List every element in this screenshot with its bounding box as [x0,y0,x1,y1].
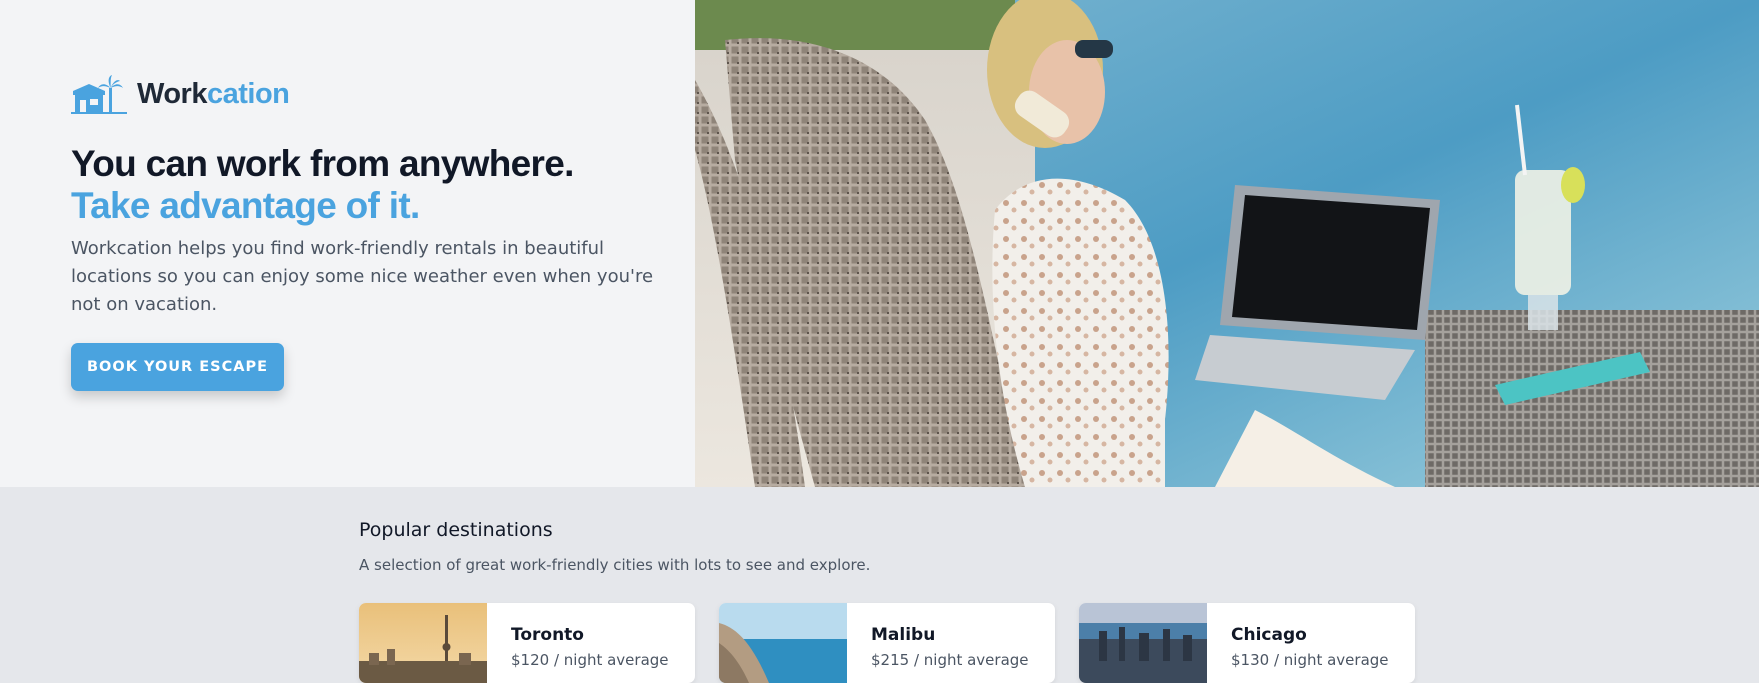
card-city: Toronto [511,625,584,645]
card-price: $130 / night average [1231,651,1389,669]
hero-description: Workcation helps you find work-friendly … [71,238,654,315]
beach-house-icon [71,74,127,114]
book-your-escape-button[interactable]: BOOK YOUR ESCAPE [71,343,284,391]
hero-content: Workcation You can work from anywhere. T… [0,0,695,487]
card-price: $215 / night average [871,651,1029,669]
section-title: Popular destinations [359,519,553,541]
destination-card-malibu[interactable]: Malibu $215 / night average [719,603,1055,683]
headline-accent-text: Take advantage of it. [71,185,420,226]
hero-image [695,0,1759,487]
brand-logo[interactable]: Workcation [71,74,290,114]
malibu-coast-photo [719,603,847,683]
section-subtitle: A selection of great work-friendly citie… [359,556,871,574]
card-price: $120 / night average [511,651,669,669]
brand-name-part1: Work [137,77,207,110]
brand-name-part2: cation [206,77,290,110]
chicago-skyline-photo [1079,603,1207,683]
headline-text: You can work from anywhere. [71,143,574,184]
destination-card-chicago[interactable]: Chicago $130 / night average [1079,603,1415,683]
card-city: Chicago [1231,625,1307,645]
toronto-skyline-photo [359,603,487,683]
brand-name: Workcation [137,77,290,111]
destination-card-toronto[interactable]: Toronto $120 / night average [359,603,695,683]
hero-headline: You can work from anywhere. Take advanta… [71,143,574,227]
hero-section: Workcation You can work from anywhere. T… [0,0,1759,487]
card-city: Malibu [871,625,936,645]
